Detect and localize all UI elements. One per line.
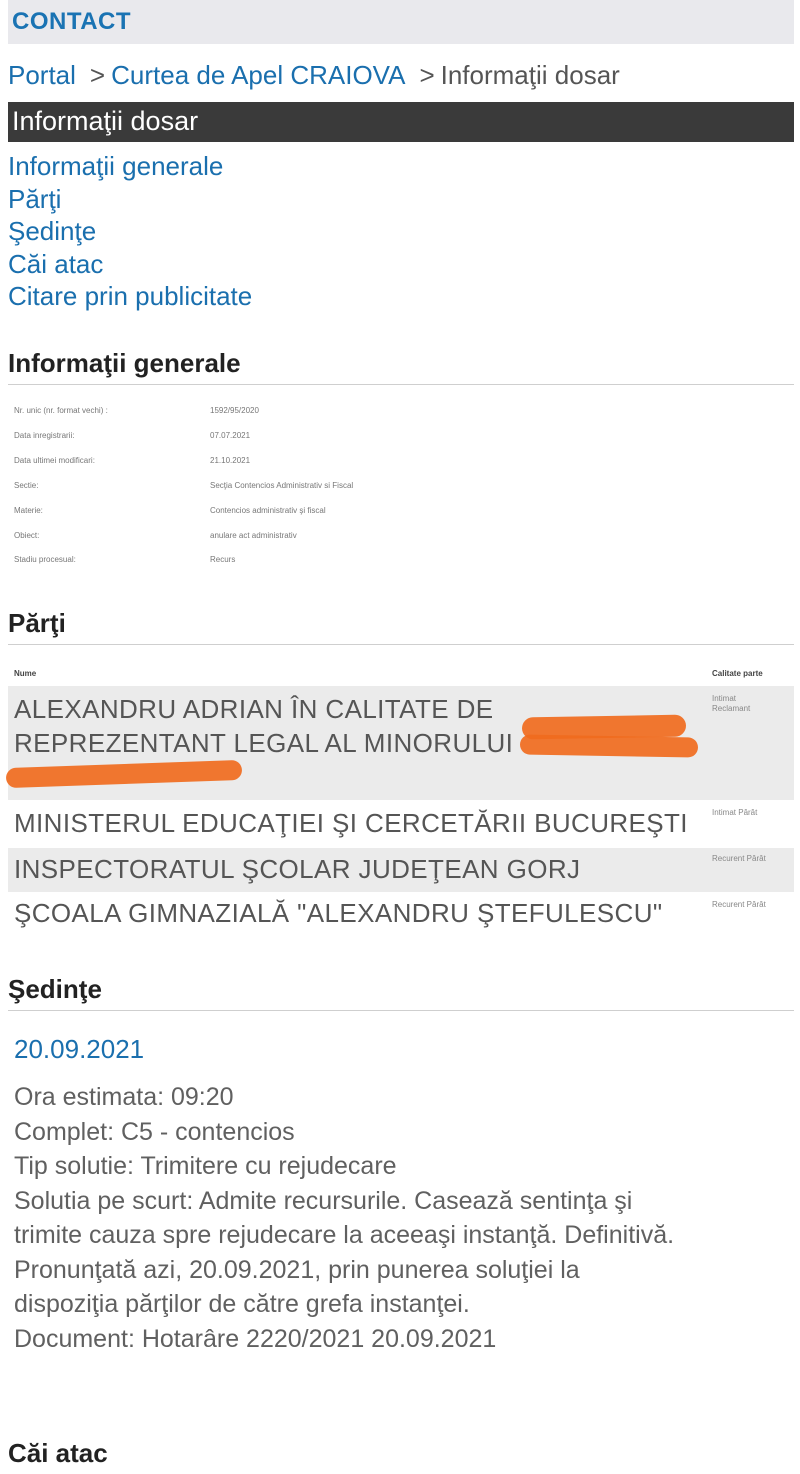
party-role: Recurent Pârât bbox=[712, 900, 766, 909]
sedinte-heading: Şedinţe bbox=[8, 974, 102, 1004]
party-name-line: REPREZENTANT LEGAL AL MINORULUI bbox=[14, 728, 514, 758]
breadcrumb-court-link[interactable]: Curtea de Apel CRAIOVA bbox=[111, 60, 405, 90]
nav-link-citare[interactable]: Citare prin publicitate bbox=[8, 280, 252, 313]
sedinta-complet: Complet: C5 - contencios bbox=[14, 1117, 295, 1146]
party-role-line: Reclamant bbox=[712, 704, 751, 713]
sedinta-tip-solutie: Tip solutie: Trimitere cu rejudecare bbox=[14, 1152, 397, 1180]
page-title: Informaţii dosar bbox=[12, 106, 199, 136]
sedinta-solutie-line: Solutia pe scurt: Admite recursurile. Ca… bbox=[14, 1186, 633, 1215]
info-value: Secţia Contencios Administrativ si Fisca… bbox=[210, 481, 354, 490]
sedinta-document: Document: Hotarâre 2220/2021 20.09.2021 bbox=[14, 1324, 497, 1353]
sedinta-solutie-line: Pronunţată azi, 20.09.2021, prin punerea… bbox=[14, 1255, 580, 1284]
party-role: Recurent Pârât bbox=[712, 854, 766, 863]
breadcrumb-separator: > bbox=[89, 60, 106, 90]
nav-link-cai-atac[interactable]: Căi atac bbox=[8, 248, 252, 281]
breadcrumb-separator: > bbox=[419, 60, 435, 90]
divider bbox=[8, 384, 794, 385]
parti-column-name: Nume bbox=[14, 669, 37, 678]
info-value: 1592/95/2020 bbox=[210, 406, 259, 415]
info-label: Nr. unic (nr. format vechi) : bbox=[14, 406, 108, 415]
divider bbox=[8, 1010, 794, 1011]
party-role: Intimat Pârât bbox=[712, 808, 758, 817]
page-header-bar: Informaţii dosar bbox=[8, 102, 794, 142]
info-value: 07.07.2021 bbox=[210, 431, 251, 440]
top-bar: CONTACT bbox=[8, 0, 794, 44]
party-row: ŞCOALA GIMNAZIALĂ "ALEXANDRU ŞTEFULESCU"… bbox=[8, 894, 794, 938]
party-name-line: ALEXANDRU ADRIAN ÎN CALITATE DE bbox=[14, 694, 494, 724]
party-name: ALEXANDRU ADRIAN ÎN CALITATE DE REPREZEN… bbox=[14, 692, 513, 760]
info-value: Contencios administrativ şi fiscal bbox=[210, 506, 326, 515]
info-value: anulare act administrativ bbox=[210, 531, 297, 540]
party-name: ŞCOALA GIMNAZIALĂ "ALEXANDRU ŞTEFULESCU" bbox=[14, 898, 663, 928]
info-label: Data inregistrarii: bbox=[14, 431, 75, 440]
nav-link-informatii-generale[interactable]: Informaţii generale bbox=[8, 150, 252, 183]
cai-atac-heading: Căi atac bbox=[8, 1438, 108, 1468]
party-name: INSPECTORATUL ŞCOLAR JUDEŢEAN GORJ bbox=[14, 854, 581, 884]
sedinta-solutie-line: dispoziţia părţilor de către grefa insta… bbox=[14, 1290, 470, 1318]
contact-link[interactable]: CONTACT bbox=[12, 8, 131, 36]
sedinta-details: Ora estimata: 09:20 Complet: C5 - conten… bbox=[14, 1080, 674, 1356]
info-label: Sectie: bbox=[14, 481, 39, 490]
parti-heading: Părţi bbox=[8, 608, 66, 638]
breadcrumb: Portal > Curtea de Apel CRAIOVA > Informaţii… bbox=[8, 60, 620, 91]
party-role: Intimat Reclamant bbox=[712, 694, 750, 714]
info-value: 21.10.2021 bbox=[210, 456, 251, 465]
nav-link-sedinte[interactable]: Şedinţe bbox=[8, 215, 252, 248]
info-label: Data ultimei modificari: bbox=[14, 456, 95, 465]
redaction-mark bbox=[519, 734, 699, 758]
info-label: Stadiu procesual: bbox=[14, 555, 76, 564]
sedinta-ora: Ora estimata: 09:20 bbox=[14, 1083, 234, 1111]
divider bbox=[8, 644, 794, 645]
parti-column-role: Calitate parte bbox=[712, 669, 763, 678]
nav-link-parti[interactable]: Părţi bbox=[8, 183, 252, 216]
breadcrumb-portal-link[interactable]: Portal bbox=[8, 60, 76, 90]
info-value: Recurs bbox=[210, 555, 236, 564]
party-row: INSPECTORATUL ŞCOLAR JUDEŢEAN GORJ Recur… bbox=[8, 848, 794, 892]
sedinta-solutie-line: trimite cauza spre rejudecare la aceeaşi… bbox=[14, 1221, 675, 1249]
breadcrumb-current: Informaţii dosar bbox=[440, 60, 620, 90]
party-row: MINISTERUL EDUCAŢIEI ŞI CERCETĂRII BUCUR… bbox=[8, 804, 794, 846]
info-label: Materie: bbox=[14, 506, 43, 515]
section-nav: Informaţii generale Părţi Şedinţe Căi at… bbox=[8, 150, 252, 313]
party-role-line: Intimat bbox=[712, 694, 737, 703]
party-name: MINISTERUL EDUCAŢIEI ŞI CERCETĂRII BUCUR… bbox=[14, 808, 688, 838]
general-info-heading: Informaţii generale bbox=[8, 348, 241, 378]
info-label: Obiect: bbox=[14, 531, 40, 540]
sedinta-date-link[interactable]: 20.09.2021 bbox=[14, 1034, 144, 1065]
